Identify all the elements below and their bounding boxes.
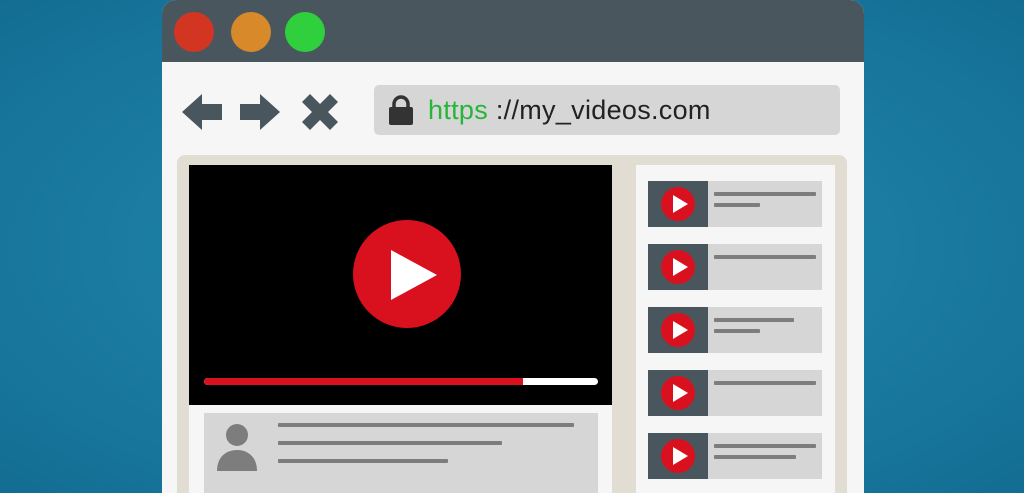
url-scheme: https	[428, 95, 489, 125]
channel-info	[204, 413, 598, 493]
video-title-line	[714, 255, 816, 259]
play-button[interactable]	[353, 220, 461, 328]
back-arrow-icon[interactable]	[180, 90, 224, 134]
browser-toolbar: https ://my_videos.com	[162, 62, 864, 152]
minimize-window-button[interactable]	[231, 12, 271, 52]
play-icon	[661, 187, 695, 221]
video-thumbnail[interactable]	[648, 307, 708, 353]
play-icon	[661, 439, 695, 473]
play-icon	[661, 376, 695, 410]
url-text: https ://my_videos.com	[428, 93, 711, 127]
video-thumbnail[interactable]	[648, 244, 708, 290]
play-icon	[661, 313, 695, 347]
related-video-item[interactable]	[648, 433, 822, 479]
video-info-panel	[189, 405, 612, 493]
description-line	[278, 441, 502, 445]
video-progress-bar[interactable]	[204, 378, 598, 385]
address-bar[interactable]: https ://my_videos.com	[374, 85, 840, 135]
related-video-item[interactable]	[648, 244, 822, 290]
maximize-window-button[interactable]	[285, 12, 325, 52]
description-line	[278, 459, 448, 463]
video-thumbnail[interactable]	[648, 181, 708, 227]
forward-arrow-icon[interactable]	[238, 90, 282, 134]
page-content	[177, 155, 847, 493]
video-meta-line	[714, 455, 796, 459]
related-videos-sidebar	[636, 165, 835, 493]
video-title-line	[714, 192, 816, 196]
lock-icon	[388, 95, 414, 125]
user-avatar-icon[interactable]	[214, 421, 260, 471]
video-player[interactable]	[189, 165, 612, 405]
stop-icon[interactable]	[298, 90, 342, 134]
video-meta-line	[714, 203, 760, 207]
video-progress-fill	[204, 378, 524, 385]
video-title-line	[714, 444, 816, 448]
video-meta-line	[714, 329, 760, 333]
video-thumbnail[interactable]	[648, 370, 708, 416]
video-title-line	[714, 381, 816, 385]
description-line	[278, 423, 574, 427]
related-video-item[interactable]	[648, 181, 822, 227]
title-bar	[162, 0, 864, 62]
video-title-line	[714, 318, 794, 322]
video-thumbnail[interactable]	[648, 433, 708, 479]
browser-window: https ://my_videos.com	[162, 0, 864, 493]
close-window-button[interactable]	[174, 12, 214, 52]
play-icon	[661, 250, 695, 284]
related-video-item[interactable]	[648, 307, 822, 353]
url-domain: ://my_videos.com	[488, 95, 711, 125]
related-video-item[interactable]	[648, 370, 822, 416]
